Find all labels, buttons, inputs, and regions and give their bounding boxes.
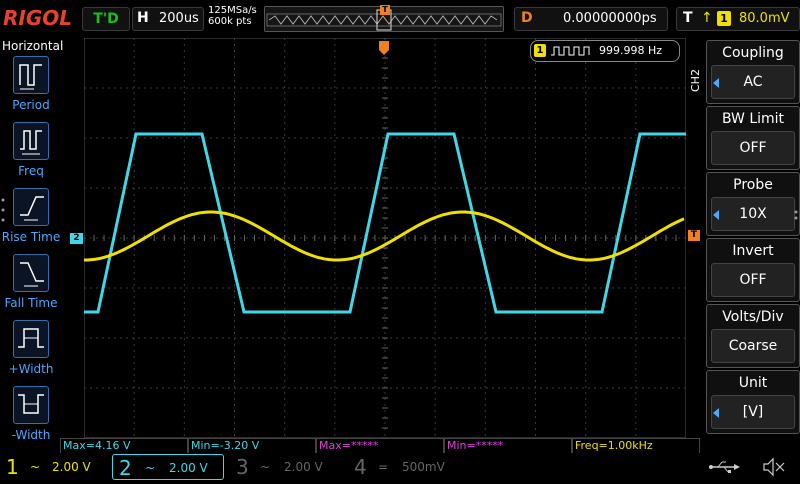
right-menu-page-indicator bbox=[793, 206, 799, 225]
menu-item-rise-time[interactable]: Rise Time bbox=[0, 188, 62, 244]
timebase-display[interactable]: H 200us bbox=[132, 7, 204, 31]
measurement-ch1-freq[interactable]: Freq=1.00kHz bbox=[572, 438, 700, 453]
dc-coupling-icon: = bbox=[378, 460, 389, 474]
menu-item-period[interactable]: Period bbox=[0, 56, 62, 112]
delay-key: D bbox=[521, 10, 533, 26]
channel-scale: 500mV bbox=[402, 460, 445, 474]
rising-edge-icon: ↑ bbox=[701, 10, 713, 26]
menu-bw-limit[interactable]: BW Limit OFF bbox=[706, 106, 800, 170]
counter-value: 999.998 Hz bbox=[599, 44, 663, 57]
selector-arrow-icon bbox=[713, 408, 719, 418]
measurement-max[interactable]: Max=***** bbox=[316, 438, 444, 453]
channel-scale: 2.00 V bbox=[284, 460, 323, 474]
pos-width-icon bbox=[13, 320, 49, 358]
overview-waveform bbox=[268, 15, 498, 25]
run-status-badge[interactable]: T'D bbox=[82, 7, 130, 31]
period-label: Period bbox=[12, 98, 50, 112]
volts-div-title: Volts/Div bbox=[722, 309, 784, 325]
coupling-value: AC bbox=[711, 65, 795, 99]
menu-invert[interactable]: Invert OFF bbox=[706, 238, 800, 302]
delay-display[interactable]: D 0.00000000ps bbox=[514, 7, 668, 31]
channel-scale: 2.00 V bbox=[52, 460, 91, 474]
channel-1-status[interactable]: 1 ~ 2.00 V bbox=[0, 454, 110, 480]
ac-coupling-icon: ~ bbox=[145, 461, 156, 475]
coupling-title: Coupling bbox=[722, 45, 784, 61]
probe-title: Probe bbox=[733, 177, 773, 193]
menu-item-freq[interactable]: Freq bbox=[0, 122, 62, 178]
rise-time-icon bbox=[13, 188, 49, 226]
measurement-ch2-min[interactable]: Min=-3.20 V bbox=[188, 438, 316, 453]
period-icon bbox=[13, 56, 49, 94]
channel-2-status[interactable]: 2 ~ 2.00 V bbox=[112, 454, 224, 480]
neg-width-label: -Width bbox=[11, 428, 51, 442]
ch2-offset-marker[interactable]: 2 bbox=[70, 233, 83, 244]
channel-number: 4 bbox=[354, 455, 367, 479]
fall-time-label: Fall Time bbox=[4, 296, 58, 310]
channel-4-status[interactable]: 4 = 500mV bbox=[348, 454, 460, 480]
measurement-text: Freq=1.00kHz bbox=[575, 439, 653, 452]
invert-title: Invert bbox=[732, 243, 774, 259]
neg-width-icon bbox=[13, 386, 49, 424]
trigger-position-marker: T bbox=[380, 5, 390, 15]
left-menu-title: Horizontal bbox=[2, 39, 64, 53]
menu-item-pos-width[interactable]: +Width bbox=[0, 320, 62, 376]
measurement-text: Min=-3.20 V bbox=[191, 439, 260, 452]
unit-value: [V] bbox=[711, 395, 795, 429]
volts-div-value: Coarse bbox=[711, 329, 795, 363]
freq-label: Freq bbox=[18, 164, 44, 178]
measurement-text: Max=4.16 V bbox=[63, 439, 131, 452]
channel-number: 2 bbox=[119, 456, 132, 480]
acquisition-info: 125MSa/s 600k pts bbox=[208, 5, 257, 27]
delay-value: 0.00000000ps bbox=[563, 11, 657, 26]
memory-depth: 600k pts bbox=[208, 16, 252, 27]
menu-item-neg-width[interactable]: -Width bbox=[0, 386, 62, 442]
selector-arrow-icon bbox=[713, 78, 719, 88]
usb-icon bbox=[704, 454, 744, 480]
trigger-level-marker[interactable]: T bbox=[688, 230, 700, 241]
trigger-display[interactable]: T ↑ 1 80.0mV bbox=[676, 7, 800, 31]
channel-scale: 2.00 V bbox=[169, 461, 208, 475]
menu-volts-div[interactable]: Volts/Div Coarse bbox=[706, 304, 800, 368]
menu-item-fall-time[interactable]: Fall Time bbox=[0, 254, 62, 310]
trigger-level: 80.0mV bbox=[739, 11, 790, 26]
timebase-key: H bbox=[137, 10, 149, 26]
pos-width-label: +Width bbox=[8, 362, 54, 376]
waveform-display[interactable] bbox=[84, 38, 686, 438]
channel-3-status[interactable]: 3 ~ 2.00 V bbox=[230, 454, 342, 480]
timebase-value: 200us bbox=[159, 11, 199, 26]
rise-time-label: Rise Time bbox=[1, 230, 61, 244]
bw-limit-value: OFF bbox=[711, 131, 795, 165]
invert-value: OFF bbox=[711, 263, 795, 297]
measurement-text: Min=***** bbox=[447, 439, 504, 452]
trigger-source-badge: 1 bbox=[717, 11, 731, 26]
channel-number: 1 bbox=[6, 455, 19, 479]
trigger-key: T bbox=[683, 10, 693, 26]
trigger-time-marker bbox=[379, 40, 389, 55]
channel-number: 3 bbox=[236, 455, 249, 479]
bw-limit-title: BW Limit bbox=[721, 111, 785, 127]
probe-value: 10X bbox=[711, 197, 795, 231]
pulse-icon bbox=[551, 46, 590, 56]
menu-coupling[interactable]: Coupling AC bbox=[706, 40, 800, 104]
fall-time-icon bbox=[13, 254, 49, 292]
ac-coupling-icon: ~ bbox=[260, 460, 271, 474]
ac-coupling-icon: ~ bbox=[30, 460, 41, 474]
speaker-mute-icon[interactable] bbox=[760, 454, 790, 480]
frequency-counter: 1 999.998 Hz bbox=[530, 40, 680, 62]
counter-channel-badge: 1 bbox=[534, 44, 546, 57]
menu-probe[interactable]: Probe 10X bbox=[706, 172, 800, 236]
measurement-min[interactable]: Min=***** bbox=[444, 438, 572, 453]
freq-icon bbox=[13, 122, 49, 160]
menu-unit[interactable]: Unit [V] bbox=[706, 370, 800, 434]
selector-arrow-icon bbox=[713, 210, 719, 220]
rigol-logo: RIGOL bbox=[3, 6, 73, 30]
sample-rate: 125MSa/s bbox=[208, 5, 257, 16]
menu-page-indicator bbox=[1, 196, 5, 226]
unit-title: Unit bbox=[738, 375, 768, 391]
measurement-ch2-max[interactable]: Max=4.16 V bbox=[60, 438, 188, 453]
measurement-text: Max=***** bbox=[319, 439, 379, 452]
menu-channel-tag: CH2 bbox=[689, 69, 702, 92]
